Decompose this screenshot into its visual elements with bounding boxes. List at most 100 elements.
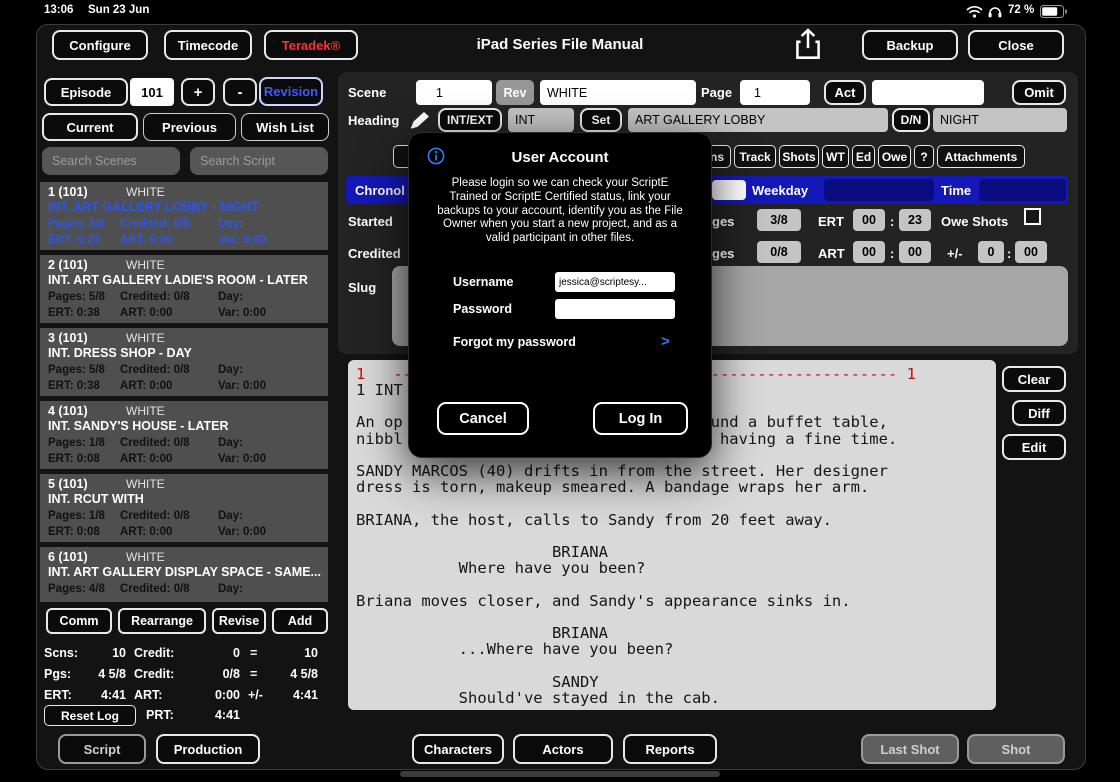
- timecode-button[interactable]: Timecode: [164, 30, 252, 60]
- scene-number-field[interactable]: 1: [416, 80, 492, 105]
- pages-stat: Pages: 5/8: [48, 291, 120, 303]
- scene-list-item-3[interactable]: 3 (101) WHITE INT. DRESS SHOP - DAY Page…: [40, 328, 328, 396]
- tab-owe[interactable]: Owe: [878, 145, 911, 168]
- int-ext-button[interactable]: INT/EXT: [438, 108, 502, 132]
- scene-list-item-1[interactable]: 1 (101) WHITE INT. ART GALLERY LOBBY - N…: [40, 182, 328, 250]
- pages-label: Pages:: [48, 364, 86, 376]
- search-scenes-input[interactable]: [42, 147, 180, 175]
- battery-icon: [1040, 5, 1067, 23]
- variance-seconds-field[interactable]: 00: [1015, 241, 1047, 263]
- ert-minutes-field[interactable]: 00: [853, 209, 885, 231]
- scene-revision-color: WHITE: [126, 258, 165, 272]
- pages-value: 1/8: [89, 510, 105, 522]
- set-field[interactable]: ART GALLERY LOBBY: [628, 108, 888, 132]
- pages-label: Pages:: [48, 437, 86, 449]
- episode-number-field[interactable]: 101: [130, 78, 174, 106]
- tab-track[interactable]: Track: [734, 145, 776, 168]
- act-button[interactable]: Act: [824, 80, 866, 105]
- time-field[interactable]: [979, 179, 1066, 201]
- ert-grand-total: 4:41: [276, 688, 318, 702]
- reset-log-button[interactable]: Reset Log: [44, 705, 136, 726]
- cancel-button[interactable]: Cancel: [437, 402, 529, 435]
- shot-button[interactable]: Shot: [967, 734, 1065, 764]
- episode-minus-button[interactable]: -: [223, 78, 257, 106]
- scene-list-item-6[interactable]: 6 (101) WHITE INT. ART GALLERY DISPLAY S…: [40, 547, 328, 602]
- close-button[interactable]: Close: [968, 30, 1064, 60]
- credited-field[interactable]: 0/8: [757, 241, 801, 263]
- art-seconds-field[interactable]: 00: [899, 241, 931, 263]
- tab-current[interactable]: Current: [42, 113, 138, 141]
- backup-button[interactable]: Backup: [862, 30, 958, 60]
- characters-nav-button[interactable]: Characters: [412, 734, 504, 764]
- password-input[interactable]: [555, 299, 675, 319]
- production-nav-button[interactable]: Production: [156, 734, 260, 764]
- search-script-input[interactable]: [190, 147, 328, 175]
- share-icon[interactable]: [790, 27, 826, 68]
- tab-question[interactable]: ?: [914, 145, 934, 168]
- scene-list-item-5[interactable]: 5 (101) WHITE INT. RCUT WITH Pages: 1/8 …: [40, 474, 328, 542]
- teradek-button[interactable]: Teradek®: [264, 30, 358, 60]
- ert-seconds-field[interactable]: 23: [899, 209, 931, 231]
- revision-button[interactable]: Revision: [259, 77, 323, 106]
- set-button[interactable]: Set: [580, 108, 622, 132]
- actors-nav-button[interactable]: Actors: [513, 734, 613, 764]
- last-shot-button[interactable]: Last Shot: [861, 734, 959, 764]
- credited-value: 0/8: [174, 510, 190, 522]
- scene-stats-row2: ERT: 0:08 ART: 0:00 Var: 0:00: [40, 526, 328, 538]
- time-label: Time: [941, 183, 971, 198]
- scene-number: 6 (101): [48, 550, 88, 564]
- scene-list-item-4[interactable]: 4 (101) WHITE INT. SANDY'S HOUSE - LATER…: [40, 401, 328, 469]
- scene-revision-color: WHITE: [126, 331, 165, 345]
- chronological-label: Chronol: [355, 183, 405, 198]
- add-button[interactable]: Add: [272, 608, 328, 634]
- day-night-field[interactable]: NIGHT: [933, 108, 1067, 132]
- episode-plus-button[interactable]: +: [181, 78, 215, 106]
- configure-button[interactable]: Configure: [52, 30, 148, 60]
- scene-revision-color: WHITE: [126, 185, 165, 199]
- act-field[interactable]: [872, 80, 984, 105]
- revise-button[interactable]: Revise: [212, 608, 266, 634]
- credit-scenes-value: 0: [196, 646, 240, 660]
- scene-list-item-2[interactable]: 2 (101) WHITE INT. ART GALLERY LADIE'S R…: [40, 255, 328, 323]
- tab-previous[interactable]: Previous: [143, 113, 236, 141]
- rearrange-button[interactable]: Rearrange: [118, 608, 206, 634]
- forgot-password-arrow[interactable]: >: [661, 333, 670, 350]
- int-ext-field[interactable]: INT: [508, 108, 574, 132]
- modal-body-text: Please login so we can check your Script…: [431, 177, 689, 246]
- home-indicator[interactable]: [400, 771, 720, 777]
- rev-button[interactable]: Rev: [496, 80, 534, 105]
- episode-button[interactable]: Episode: [44, 78, 128, 106]
- tab-ed[interactable]: Ed: [852, 145, 875, 168]
- tab-shots[interactable]: Shots: [779, 145, 819, 168]
- script-nav-button[interactable]: Script: [58, 734, 146, 764]
- reports-nav-button[interactable]: Reports: [623, 734, 717, 764]
- omit-button[interactable]: Omit: [1012, 80, 1066, 105]
- day-stat: Day:: [218, 291, 328, 303]
- weekday-field[interactable]: [824, 179, 934, 201]
- ert-label: ERT:: [48, 380, 74, 392]
- wifi-icon: [966, 5, 983, 23]
- scene-title: INT. ART GALLERY DISPLAY SPACE - SAME...: [48, 565, 324, 579]
- day-night-button[interactable]: D/N: [892, 108, 930, 132]
- variance-minutes-field[interactable]: 0: [978, 241, 1004, 263]
- edit-button[interactable]: Edit: [1002, 434, 1066, 460]
- username-input[interactable]: [555, 272, 675, 292]
- owe-shots-label: Owe Shots: [941, 214, 1008, 229]
- login-button[interactable]: Log In: [593, 402, 688, 435]
- pages-value: 5/8: [89, 364, 105, 376]
- tab-attachments[interactable]: Attachments: [937, 145, 1025, 168]
- forgot-password-link[interactable]: Forgot my password: [453, 335, 576, 349]
- tab-wt[interactable]: WT: [822, 145, 849, 168]
- chrono-order-field[interactable]: [712, 180, 746, 200]
- comm-button[interactable]: Comm: [46, 608, 112, 634]
- clear-button[interactable]: Clear: [1002, 366, 1066, 392]
- diff-button[interactable]: Diff: [1012, 400, 1066, 426]
- art-minutes-field[interactable]: 00: [853, 241, 885, 263]
- page-number-field[interactable]: 1: [740, 80, 810, 105]
- tab-wish-list[interactable]: Wish List: [241, 113, 329, 141]
- scene-title: INT. RCUT WITH: [48, 492, 324, 506]
- revision-color-field[interactable]: WHITE: [540, 80, 696, 105]
- owe-shots-checkbox[interactable]: [1024, 208, 1041, 225]
- pages-field[interactable]: 3/8: [757, 209, 801, 231]
- scene-revision-color: WHITE: [126, 477, 165, 491]
